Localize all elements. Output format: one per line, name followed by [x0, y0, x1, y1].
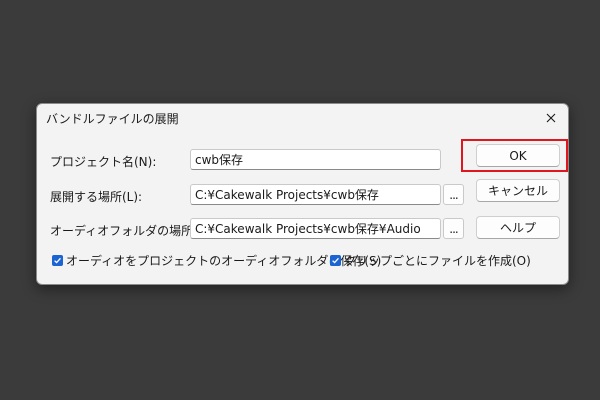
ok-button[interactable]: OK [476, 144, 560, 167]
close-icon [546, 113, 556, 123]
bundle-expand-dialog: バンドルファイルの展開 プロジェクト名(N): 展開する場所(L): ... オ… [36, 103, 569, 285]
cancel-button[interactable]: キャンセル [476, 179, 560, 202]
checkbox-checked-icon [330, 255, 341, 266]
title-bar: バンドルファイルの展開 [37, 104, 568, 132]
expand-location-label: 展開する場所(L): [50, 190, 143, 204]
audio-folder-input[interactable] [190, 218, 441, 239]
audio-folder-browse-button[interactable]: ... [443, 218, 464, 239]
checkbox-checked-icon [52, 255, 63, 266]
project-name-label: プロジェクト名(N): [50, 155, 157, 169]
expand-location-input[interactable] [190, 184, 441, 205]
create-file-per-clip-checkbox-label: クリップごとにファイルを作成(O) [344, 254, 531, 268]
close-button[interactable] [540, 107, 562, 129]
create-file-per-clip-checkbox[interactable]: クリップごとにファイルを作成(O) [330, 252, 531, 269]
dialog-title: バンドルファイルの展開 [46, 112, 179, 126]
help-button[interactable]: ヘルプ [476, 216, 560, 239]
project-name-input[interactable] [190, 149, 441, 170]
expand-location-browse-button[interactable]: ... [443, 184, 464, 205]
